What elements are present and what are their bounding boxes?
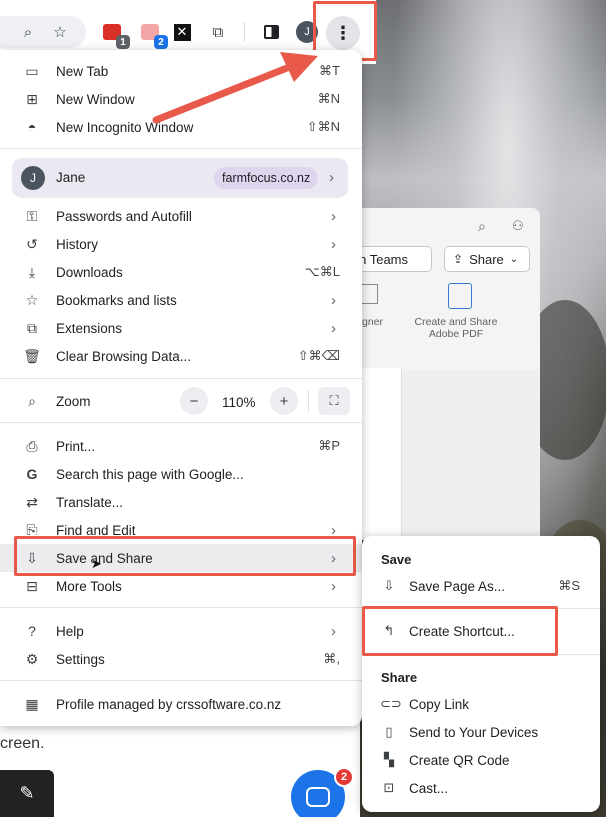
help-icon: ? xyxy=(28,623,36,639)
save-heading: Save xyxy=(381,552,412,567)
chat-unread-badge: 2 xyxy=(334,767,354,787)
cast-icon: ⊡ xyxy=(383,780,395,795)
zoom-level: 110% xyxy=(222,395,256,410)
menu-item-history[interactable]: ↺ History › xyxy=(0,230,362,258)
menu-divider xyxy=(0,680,362,681)
menu-item-passwords[interactable]: ⚿ Passwords and Autofill › xyxy=(0,202,362,230)
zoom-separator xyxy=(308,390,309,412)
menu-divider xyxy=(0,607,362,608)
menu-item-print[interactable]: ⎙ Print... ⌘P xyxy=(0,432,362,460)
share-heading: Share xyxy=(381,670,418,685)
bookmark-star-icon: ☆ xyxy=(25,291,39,308)
chrome-menu: ▭ New Tab ⌘T ⊞ New Window ⌘N ◓ New Incog… xyxy=(0,50,362,726)
new-window-icon: ⊞ xyxy=(26,90,38,107)
puzzle-icon[interactable]: ⧉ xyxy=(206,20,230,44)
star-icon[interactable]: ☆ xyxy=(48,20,72,44)
designer-icon xyxy=(360,284,378,304)
highlight-save-share xyxy=(14,536,356,576)
share-icon: ⇪ xyxy=(453,252,464,266)
new-tab-icon: ▭ xyxy=(25,62,39,79)
designer-label: gner xyxy=(362,316,384,328)
paperclip-icon: ✎ xyxy=(19,783,35,803)
people-icon: ⚇ xyxy=(512,218,524,233)
toolbar-separator xyxy=(244,22,245,42)
toolbox-icon: ⊟ xyxy=(26,577,38,594)
chevron-down-icon: ⌄ xyxy=(509,253,519,265)
zoom-out-button[interactable]: − xyxy=(180,387,208,415)
chevron-right-icon: › xyxy=(331,577,336,595)
extension-x-icon[interactable]: ✕ xyxy=(170,20,194,44)
x-ext-tile: ✕ xyxy=(173,23,191,41)
google-g-icon: G xyxy=(26,466,38,482)
extension-red-icon[interactable]: 1 xyxy=(100,20,130,49)
save-share-submenu: Save ⇩ Save Page As... ⌘S ↰ Create Short… xyxy=(362,536,600,812)
key-icon: ⚿ xyxy=(26,207,38,224)
chat-icon xyxy=(306,787,330,807)
menu-item-more-tools[interactable]: ⊟ More Tools › xyxy=(0,572,362,600)
avatar: J xyxy=(21,166,45,190)
history-icon: ↺ xyxy=(26,235,38,252)
pdf-share-icon xyxy=(448,283,472,309)
trash-icon: 🗑 xyxy=(23,347,41,364)
menu-divider xyxy=(0,422,362,423)
share-chip[interactable]: ⇪ Share ⌄ xyxy=(444,246,530,272)
building-icon: ▦ xyxy=(25,695,39,712)
chevron-right-icon: › xyxy=(331,291,336,309)
highlight-create-shortcut xyxy=(362,606,558,656)
menu-item-settings[interactable]: ⚙ Settings ⌘, xyxy=(0,645,362,673)
menu-item-bookmarks[interactable]: ☆ Bookmarks and lists › xyxy=(0,286,362,314)
submenu-item-cast[interactable]: ⊡ Cast... xyxy=(362,774,600,802)
search-icon: ⌕ xyxy=(478,218,486,234)
zoom-icon[interactable]: ⌕ xyxy=(16,20,40,44)
chevron-right-icon: › xyxy=(331,235,336,253)
profile-name: Jane xyxy=(56,170,86,185)
save-page-icon: ⇩ xyxy=(383,578,395,593)
fullscreen-icon: ⛶ xyxy=(329,393,339,408)
submenu-item-send-devices[interactable]: ▯ Send to Your Devices xyxy=(362,718,600,746)
menu-item-clear-data[interactable]: 🗑 Clear Browsing Data... ⇧⌘⌫ xyxy=(0,342,362,370)
chevron-right-icon: › xyxy=(331,622,336,640)
submenu-item-copy-link[interactable]: ⊂⊃ Copy Link xyxy=(362,690,600,718)
printer-icon: ⎙ xyxy=(26,437,38,454)
link-icon: ⊂⊃ xyxy=(380,696,402,711)
side-panel-shape xyxy=(263,25,279,39)
extension-badge: 2 xyxy=(154,35,168,49)
translate-icon: ⇄ xyxy=(26,493,38,510)
submenu-item-qr-code[interactable]: ▚ Create QR Code xyxy=(362,746,600,774)
adobe-pdf-label[interactable]: Create and Share Adobe PDF xyxy=(408,316,504,340)
profile-row[interactable]: J Jane farmfocus.co.nz › xyxy=(12,158,348,198)
side-panel-icon[interactable] xyxy=(259,20,283,44)
menu-item-new-window[interactable]: ⊞ New Window ⌘N xyxy=(0,85,362,113)
menu-divider xyxy=(0,148,362,149)
submenu-item-save-page[interactable]: ⇩ Save Page As... ⌘S xyxy=(362,572,600,600)
zoom-icon: ⌕ xyxy=(28,392,36,409)
qr-code-icon: ▚ xyxy=(384,752,394,767)
menu-item-search-page[interactable]: G Search this page with Google... xyxy=(0,460,362,488)
menu-item-translate[interactable]: ⇄ Translate... xyxy=(0,488,362,516)
download-icon: ⤓ xyxy=(28,263,36,280)
devices-icon: ▯ xyxy=(385,724,393,739)
attach-button[interactable]: ✎ xyxy=(0,770,54,817)
page-text-fragment: creen. xyxy=(0,735,45,752)
puzzle-icon: ⧉ xyxy=(27,319,37,336)
menu-item-extensions[interactable]: ⧉ Extensions › xyxy=(0,314,362,342)
menu-item-new-incognito[interactable]: ◓ New Incognito Window ⇧⌘N xyxy=(0,113,362,141)
extension-pink-icon[interactable]: 2 xyxy=(138,20,168,49)
menu-item-managed[interactable]: ▦ Profile managed by crssoftware.co.nz xyxy=(0,690,362,718)
menu-item-new-tab[interactable]: ▭ New Tab ⌘T xyxy=(0,57,362,85)
mouse-cursor-icon: ➤ xyxy=(91,556,102,571)
gear-icon: ⚙ xyxy=(25,650,39,667)
address-bar-end[interactable] xyxy=(0,16,86,48)
fullscreen-button[interactable]: ⛶ xyxy=(318,387,350,415)
zoom-in-button[interactable]: + xyxy=(270,387,298,415)
chevron-right-icon: › xyxy=(331,319,336,337)
menu-divider xyxy=(0,378,362,379)
menu-item-downloads[interactable]: ⤓ Downloads ⌥⌘L xyxy=(0,258,362,286)
menu-item-help[interactable]: ? Help › xyxy=(0,617,362,645)
chevron-right-icon: › xyxy=(329,169,334,186)
profile-domain-chip: farmfocus.co.nz xyxy=(214,167,319,189)
incognito-icon: ◓ xyxy=(27,119,37,135)
chevron-right-icon: › xyxy=(331,207,336,225)
extension-badge: 1 xyxy=(116,35,130,49)
